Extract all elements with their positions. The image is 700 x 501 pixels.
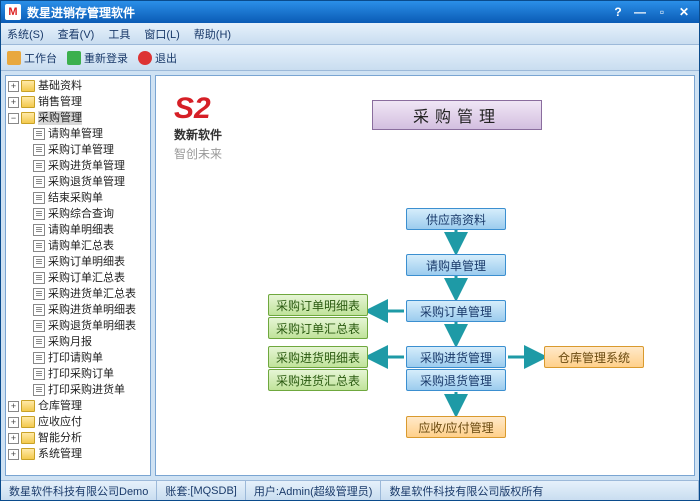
doc-icon	[33, 304, 45, 316]
doc-icon	[33, 352, 45, 364]
doc-icon	[33, 336, 45, 348]
tree-item[interactable]: 采购综合查询	[6, 206, 150, 222]
tree-item[interactable]: 请购单明细表	[6, 222, 150, 238]
folder-icon	[21, 400, 35, 412]
flow-podetail[interactable]: 采购订单明细表	[268, 294, 368, 316]
tree-node-warehouse[interactable]: +仓库管理	[6, 398, 150, 414]
doc-icon	[33, 272, 45, 284]
nav-tree[interactable]: +基础资料 +销售管理 −采购管理 请购单管理 采购订单管理 采购进货单管理 采…	[5, 75, 151, 476]
menu-view[interactable]: 查看(V)	[58, 26, 95, 42]
doc-icon	[33, 160, 45, 172]
relogin-icon	[67, 51, 81, 65]
brand-line1: 数新软件	[174, 126, 222, 143]
doc-icon	[33, 224, 45, 236]
tree-item[interactable]: 请购单管理	[6, 126, 150, 142]
folder-icon	[21, 416, 35, 428]
menubar: 系统(S) 查看(V) 工具 窗口(L) 帮助(H)	[1, 23, 699, 45]
app-title: 数星进销存管理软件	[27, 4, 135, 21]
menu-window[interactable]: 窗口(L)	[144, 26, 179, 42]
flow-po[interactable]: 采购订单管理	[406, 300, 506, 322]
statusbar: 数星软件科技有限公司Demo 账套:[MQSDB] 用户:Admin(超级管理员…	[1, 480, 699, 500]
tree-node-system[interactable]: +系统管理	[6, 446, 150, 462]
doc-icon	[33, 384, 45, 396]
menu-help[interactable]: 帮助(H)	[194, 26, 231, 42]
brand-line2: 智创未来	[174, 145, 222, 162]
doc-icon	[33, 240, 45, 252]
doc-icon	[33, 192, 45, 204]
doc-icon	[33, 176, 45, 188]
workbench-icon	[7, 51, 21, 65]
app-logo-icon: M	[5, 4, 21, 20]
tree-item[interactable]: 采购退货单管理	[6, 174, 150, 190]
help-button[interactable]: ?	[607, 4, 629, 20]
flow-supplier[interactable]: 供应商资料	[406, 208, 506, 230]
folder-icon	[21, 112, 35, 124]
tree-node-analysis[interactable]: +智能分析	[6, 430, 150, 446]
close-button[interactable]: ✕	[673, 4, 695, 20]
doc-icon	[33, 144, 45, 156]
exit-icon	[138, 51, 152, 65]
content-canvas: S2 数新软件 智创未来 采购管理 供应商资料 请购单管理 采购订	[155, 75, 695, 476]
tree-item[interactable]: 采购进货单管理	[6, 158, 150, 174]
folder-icon	[21, 448, 35, 460]
flow-req[interactable]: 请购单管理	[406, 254, 506, 276]
flow-return[interactable]: 采购退货管理	[406, 369, 506, 391]
tree-item[interactable]: 采购退货单明细表	[6, 318, 150, 334]
doc-icon	[33, 288, 45, 300]
brand-block: S2 数新软件 智创未来	[174, 94, 222, 162]
status-company: 数星软件科技有限公司Demo	[1, 481, 157, 500]
flow-posummary[interactable]: 采购订单汇总表	[268, 317, 368, 339]
doc-icon	[33, 320, 45, 332]
flow-receipt[interactable]: 采购进货管理	[406, 346, 506, 368]
tree-node-sales[interactable]: +销售管理	[6, 94, 150, 110]
folder-icon	[21, 80, 35, 92]
doc-icon	[33, 128, 45, 140]
folder-icon	[21, 96, 35, 108]
relogin-button[interactable]: 重新登录	[67, 50, 128, 66]
tree-item[interactable]: 采购进货单汇总表	[6, 286, 150, 302]
doc-icon	[33, 256, 45, 268]
flow-ap[interactable]: 应收/应付管理	[406, 416, 506, 438]
tree-item[interactable]: 结束采购单	[6, 190, 150, 206]
page-title: 采购管理	[372, 100, 542, 130]
workbench-button[interactable]: 工作台	[7, 50, 57, 66]
tree-item[interactable]: 打印请购单	[6, 350, 150, 366]
brand-logo: S2	[174, 94, 222, 124]
tree-node-purchase[interactable]: −采购管理	[6, 110, 150, 126]
menu-system[interactable]: 系统(S)	[7, 26, 44, 42]
tree-node-basics[interactable]: +基础资料	[6, 78, 150, 94]
tree-item[interactable]: 采购月报	[6, 334, 150, 350]
doc-icon	[33, 368, 45, 380]
status-user: 用户:Admin(超级管理员)	[246, 481, 382, 500]
toolbar: 工作台 重新登录 退出	[1, 45, 699, 71]
tree-item[interactable]: 采购进货单明细表	[6, 302, 150, 318]
doc-icon	[33, 208, 45, 220]
menu-tools[interactable]: 工具	[108, 26, 130, 42]
exit-button[interactable]: 退出	[138, 50, 177, 66]
tree-item[interactable]: 请购单汇总表	[6, 238, 150, 254]
tree-item[interactable]: 采购订单明细表	[6, 254, 150, 270]
maximize-button[interactable]: ▫	[651, 4, 673, 20]
tree-item[interactable]: 采购订单管理	[6, 142, 150, 158]
tree-item[interactable]: 打印采购进货单	[6, 382, 150, 398]
minimize-button[interactable]: —	[629, 4, 651, 20]
folder-icon	[21, 432, 35, 444]
tree-node-arap[interactable]: +应收应付	[6, 414, 150, 430]
status-copyright: 数星软件科技有限公司版权所有	[381, 481, 699, 500]
titlebar: M 数星进销存管理软件 ? — ▫ ✕	[1, 1, 699, 23]
flow-recsummary[interactable]: 采购进货汇总表	[268, 369, 368, 391]
flow-warehouse[interactable]: 仓库管理系统	[544, 346, 644, 368]
flow-recdetail[interactable]: 采购进货明细表	[268, 346, 368, 368]
tree-item[interactable]: 打印采购订单	[6, 366, 150, 382]
status-set: 账套:[MQSDB]	[157, 481, 246, 500]
tree-item[interactable]: 采购订单汇总表	[6, 270, 150, 286]
